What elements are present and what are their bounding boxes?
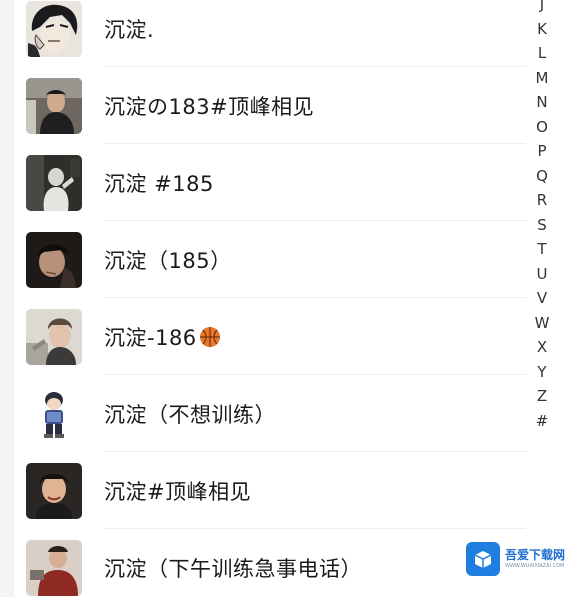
alphabet-index-bar[interactable]: J K L M N O P Q R S T U V W X Y Z # <box>526 0 558 433</box>
index-letter-p[interactable]: P <box>537 139 546 164</box>
index-letter-v[interactable]: V <box>537 286 547 311</box>
contact-name: 沉淀（185） <box>104 248 232 273</box>
contact-name-text: 沉淀-186 <box>104 325 197 350</box>
contact-row[interactable]: 沉淀の183#顶峰相见 <box>14 67 526 144</box>
contact-row[interactable]: 沉淀-186 <box>14 298 526 375</box>
contact-name: 沉淀. <box>104 17 155 42</box>
contact-row[interactable]: 沉淀. <box>14 0 526 67</box>
avatar[interactable] <box>26 0 82 57</box>
index-letter-w[interactable]: W <box>535 311 550 336</box>
watermark-subtitle: WWW.WUAIXIAZAI.COM <box>505 563 565 569</box>
index-letter-q[interactable]: Q <box>536 164 548 189</box>
index-letter-x[interactable]: X <box>537 335 547 360</box>
contact-name: 沉淀（下午训练急事电话） <box>104 556 362 581</box>
index-letter-s[interactable]: S <box>537 213 547 238</box>
contact-name: 沉淀-186 <box>104 322 221 352</box>
contact-name: 沉淀 #185 <box>104 171 214 196</box>
index-letter-k[interactable]: K <box>537 17 547 42</box>
watermark-text: 吾爱下载网 WWW.WUAIXIAZAI.COM <box>505 548 565 570</box>
contact-row[interactable]: 沉淀（下午训练急事电话） <box>14 529 526 597</box>
index-letter-l[interactable]: L <box>538 41 546 66</box>
watermark-title: 吾爱下载网 <box>505 548 566 562</box>
avatar[interactable] <box>26 308 82 365</box>
site-watermark: 吾爱下载网 WWW.WUAIXIAZAI.COM <box>466 540 578 578</box>
avatar[interactable] <box>26 77 82 134</box>
contact-row[interactable]: 沉淀（不想训练） <box>14 375 526 452</box>
index-letter-o[interactable]: O <box>536 115 548 140</box>
contact-row[interactable]: 沉淀（185） <box>14 221 526 298</box>
contact-name: 沉淀#顶峰相见 <box>104 479 252 504</box>
contact-name: 沉淀（不想训练） <box>104 402 276 427</box>
index-letter-y[interactable]: Y <box>537 360 546 385</box>
index-letter-m[interactable]: M <box>536 66 549 91</box>
contact-list[interactable]: 沉淀. 沉淀の183#顶峰相见 沉淀 #185 沉淀（185） 沉淀-186 沉… <box>14 0 526 597</box>
avatar[interactable] <box>26 385 82 442</box>
contact-row[interactable]: 沉淀#顶峰相见 <box>14 452 526 529</box>
basketball-icon <box>199 326 221 348</box>
contacts-screen: 沉淀. 沉淀の183#顶峰相见 沉淀 #185 沉淀（185） 沉淀-186 沉… <box>0 0 580 597</box>
index-letter-j[interactable]: J <box>540 0 544 17</box>
contact-row[interactable]: 沉淀 #185 <box>14 144 526 221</box>
contact-name: 沉淀の183#顶峰相见 <box>104 94 315 119</box>
avatar[interactable] <box>26 154 82 211</box>
avatar[interactable] <box>26 462 82 519</box>
box-icon <box>466 542 500 576</box>
avatar[interactable] <box>26 231 82 288</box>
index-letter-n[interactable]: N <box>536 90 547 115</box>
index-letter-r[interactable]: R <box>537 188 547 213</box>
index-letter-u[interactable]: U <box>537 262 548 287</box>
left-edge-strip <box>0 0 14 597</box>
index-letter-hash[interactable]: # <box>536 409 549 434</box>
avatar[interactable] <box>26 539 82 596</box>
index-letter-z[interactable]: Z <box>537 384 547 409</box>
index-letter-t[interactable]: T <box>537 237 546 262</box>
